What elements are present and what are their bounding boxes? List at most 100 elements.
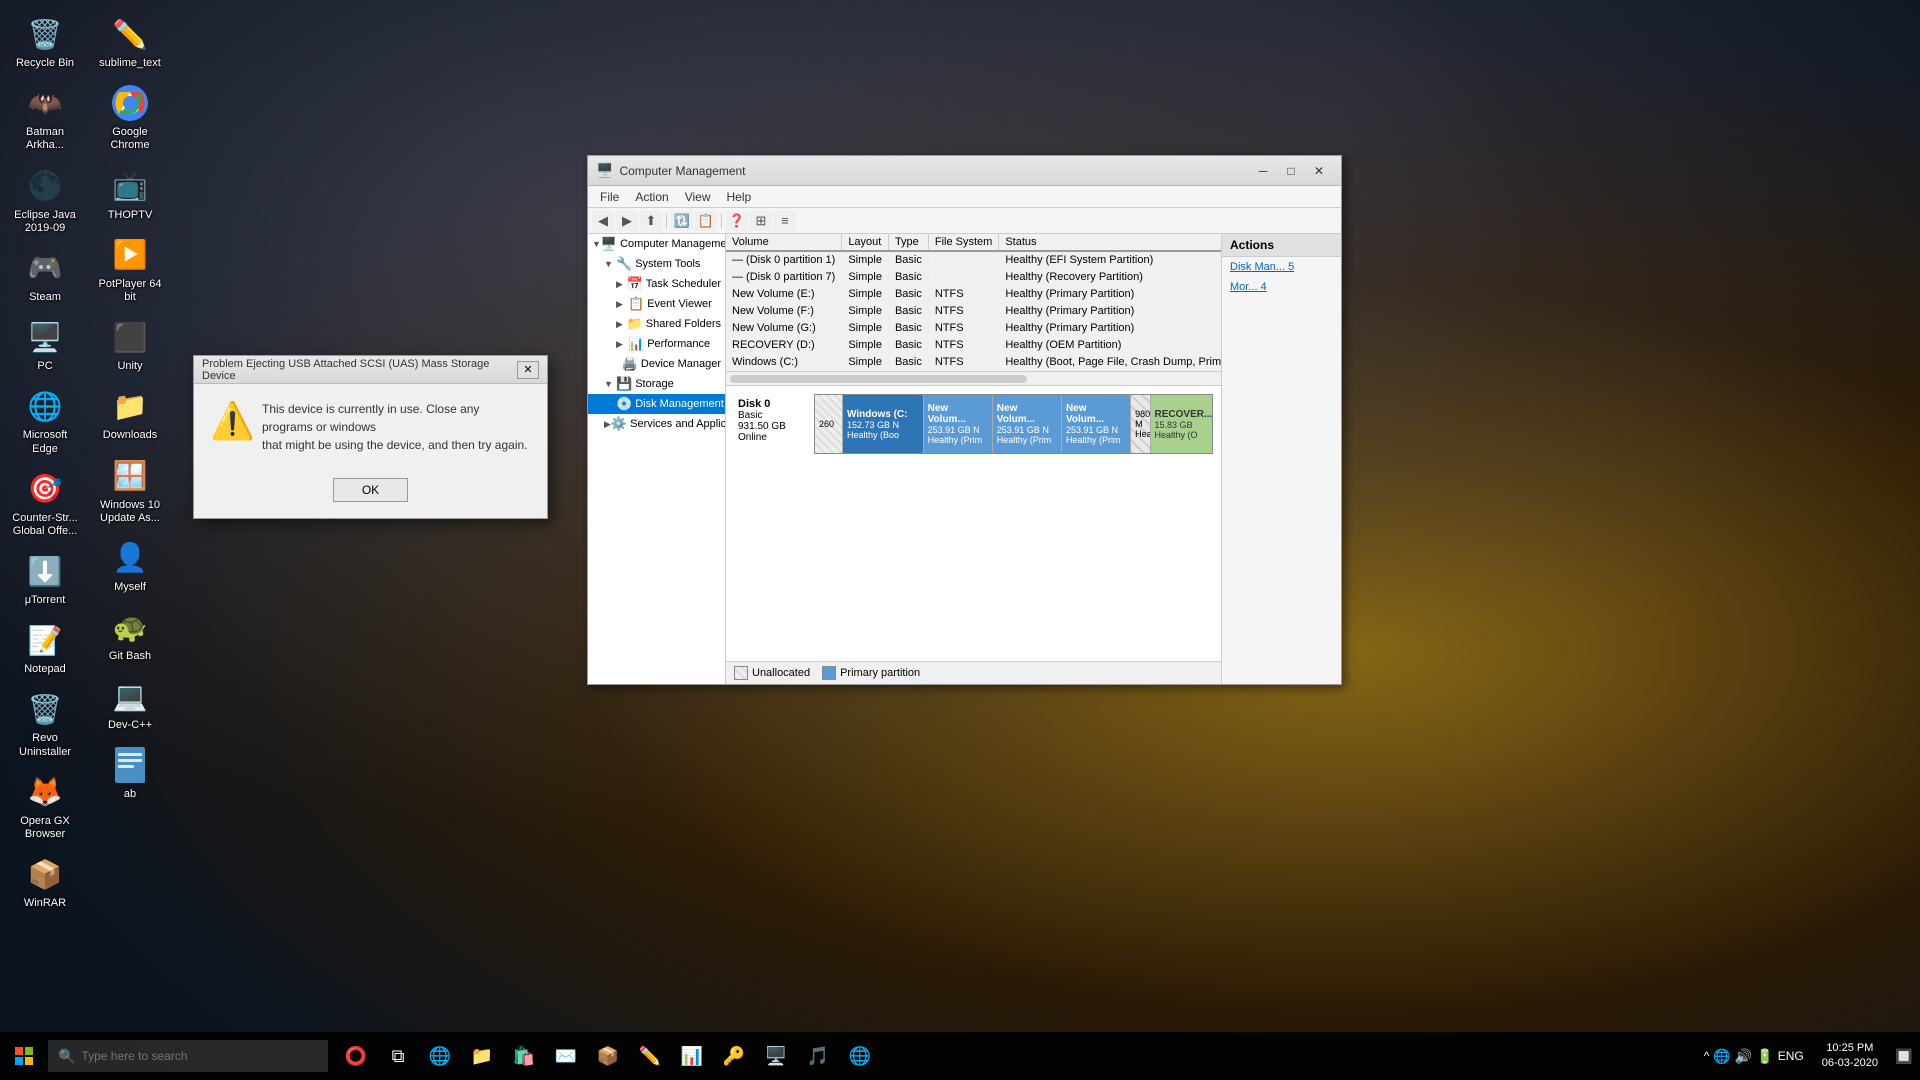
icon-csglobal[interactable]: 🎯 Counter-Str... Global Offe... [5,465,85,542]
cm-window-title: Computer Management [619,164,1243,178]
table-row[interactable]: Windows (C:) Simple Basic NTFS Healthy (… [726,354,1221,371]
tray-battery[interactable]: 🔋 [1756,1048,1773,1065]
icon-batman[interactable]: 🦇 Batman Arkha... [5,79,85,156]
toolbar-back[interactable]: ◀ [592,211,614,231]
icon-dev-cpp[interactable]: 💻 Dev-C++ [90,672,170,736]
tray-network[interactable]: 🌐 [1713,1048,1730,1065]
icon-potplayer[interactable]: ▶️ PotPlayer 64 bit [90,231,170,308]
tree-item-shared-folders[interactable]: ▶ 📁 Shared Folders [588,314,725,334]
taskbar-sketchbook[interactable]: ✏️ [630,1032,670,1080]
disk-part-f[interactable]: New Volum... 253.91 GB N Healthy (Prim [993,395,1062,453]
tray-chevron[interactable]: ^ [1704,1049,1710,1063]
table-row[interactable]: — (Disk 0 partition 7) Simple Basic Heal… [726,269,1221,286]
toolbar-view[interactable]: ⊞ [750,211,772,231]
taskbar-monitor[interactable]: 🖥️ [756,1032,796,1080]
tree-item-root[interactable]: ▼ 🖥️ Computer Management (L [588,234,725,254]
tree-item-disk-management[interactable]: 💿 Disk Management [588,394,725,414]
dialog-close-button[interactable]: ✕ [517,361,539,379]
tree-item-task-scheduler[interactable]: ▶ 📅 Task Scheduler [588,274,725,294]
toolbar-refresh[interactable]: 🔃 [671,211,693,231]
icon-chrome[interactable]: Google Chrome [90,79,170,156]
tray-volume[interactable]: 🔊 [1735,1048,1752,1065]
taskbar-unknown1[interactable]: 📊 [672,1032,712,1080]
notification-center[interactable]: 🔲 [1888,1032,1920,1080]
icon-winrar[interactable]: 📦 WinRAR [5,850,85,914]
col-layout[interactable]: Layout [842,234,889,251]
tree-item-storage[interactable]: ▼ 💾 Storage [588,374,725,394]
disk-part-unalloc[interactable]: 260 [815,395,843,453]
icon-myself[interactable]: 👤 Myself [90,534,170,598]
menu-file[interactable]: File [592,188,627,206]
taskbar-mediamonkey[interactable]: 🎵 [798,1032,838,1080]
actions-disk-management[interactable]: Disk Man... 5 [1222,257,1341,277]
minimize-button[interactable]: ─ [1249,160,1277,182]
icon-unity[interactable]: ⬛ Unity [90,313,170,377]
toolbar-forward[interactable]: ▶ [616,211,638,231]
dialog-ok-button[interactable]: OK [333,478,408,502]
menu-action[interactable]: Action [627,188,676,206]
table-row[interactable]: New Volume (G:) Simple Basic NTFS Health… [726,320,1221,337]
tree-item-device-manager[interactable]: 🖨️ Device Manager [588,354,725,374]
icon-recycle-bin[interactable]: 🗑️ Recycle Bin [5,10,85,74]
icon-opera[interactable]: 🦊 Opera GX Browser [5,768,85,845]
start-button[interactable] [0,1032,48,1080]
menu-view[interactable]: View [677,188,719,206]
icon-ab[interactable]: ab [90,741,170,805]
icon-steam[interactable]: 🎮 Steam [5,244,85,308]
disk-0-row: Disk 0 Basic 931.50 GB Online 260 Wind [734,394,1213,454]
table-row[interactable]: — (Disk 0 partition 1) Simple Basic Heal… [726,251,1221,269]
actions-more[interactable]: Mor... 4 [1222,277,1341,297]
taskbar-mail[interactable]: ✉️ [546,1032,586,1080]
menu-help[interactable]: Help [719,188,760,206]
taskbar-bitwarden[interactable]: 🔑 [714,1032,754,1080]
taskbar-clock[interactable]: 10:25 PM 06-03-2020 [1812,1032,1888,1080]
icon-edge[interactable]: 🌐 Microsoft Edge [5,382,85,459]
table-row[interactable]: New Volume (E:) Simple Basic NTFS Health… [726,286,1221,303]
icon-pc[interactable]: 🖥️ PC [5,313,85,377]
disk-part-g[interactable]: New Volum... 253.91 GB N Healthy (Prim [1062,395,1131,453]
taskbar: 🔍 ⭕ ⧉ 🌐 📁 🛍️ ✉️ 📦 ✏️ 📊 🔑 🖥️ 🎵 🌐 ^ 🌐 🔊 🔋 [0,1032,1920,1080]
taskbar-chrome[interactable]: 🌐 [840,1032,880,1080]
icon-thoptv[interactable]: 📺 THOPTV [90,162,170,226]
col-volume[interactable]: Volume [726,234,842,251]
table-row[interactable]: RECOVERY (D:) Simple Basic NTFS Healthy … [726,337,1221,354]
col-filesystem[interactable]: File System [928,234,998,251]
tree-item-performance[interactable]: ▶ 📊 Performance [588,334,725,354]
disk-part-e[interactable]: New Volum... 253.91 GB N Healthy (Prim [924,395,993,453]
taskbar-cortana[interactable]: ⭕ [336,1032,376,1080]
tray-lang[interactable]: ENG [1778,1049,1804,1063]
table-hscrollbar[interactable] [726,372,1221,386]
disk-part-recovery[interactable]: RECOVER... 15.83 GB Healthy (O [1151,395,1212,453]
disk-part-windows[interactable]: Windows (C: 152.73 GB N Healthy (Boo [843,395,924,453]
icon-eclipse[interactable]: 🌑 Eclipse Java 2019-09 [5,162,85,239]
taskbar-edge[interactable]: 🌐 [420,1032,460,1080]
toolbar-properties[interactable]: 📋 [695,211,717,231]
taskbar-explorer[interactable]: 📁 [462,1032,502,1080]
tree-item-event-viewer[interactable]: ▶ 📋 Event Viewer [588,294,725,314]
toolbar-up[interactable]: ⬆ [640,211,662,231]
taskbar-dropbox[interactable]: 📦 [588,1032,628,1080]
icon-downloads[interactable]: 📁 Downloads [90,382,170,446]
icon-revo[interactable]: 🗑️ Revo Uninstaller [5,685,85,762]
taskbar-search-box[interactable]: 🔍 [48,1040,328,1072]
tree-item-system-tools[interactable]: ▼ 🔧 System Tools [588,254,725,274]
clock-date: 06-03-2020 [1822,1056,1878,1071]
disk-part-small[interactable]: 980 M Healt... [1131,395,1150,453]
icon-notepad[interactable]: 📝 Notepad [5,616,85,680]
icon-gitbash[interactable]: 🐢 Git Bash [90,603,170,667]
icon-sublime[interactable]: ✏️ sublime_text [90,10,170,74]
taskbar-store[interactable]: 🛍️ [504,1032,544,1080]
search-input[interactable] [81,1049,301,1063]
col-status[interactable]: Status [999,234,1221,251]
taskbar-multitask[interactable]: ⧉ [378,1032,418,1080]
toolbar-list[interactable]: ≡ [774,211,796,231]
icon-win10update[interactable]: 🪟 Windows 10 Update As... [90,452,170,529]
toolbar-help[interactable]: ❓ [726,211,748,231]
col-type[interactable]: Type [888,234,928,251]
window-body: ▼ 🖥️ Computer Management (L ▼ 🔧 System T… [588,234,1341,684]
table-row[interactable]: New Volume (F:) Simple Basic NTFS Health… [726,303,1221,320]
icon-utorrent[interactable]: ⬇️ μTorrent [5,547,85,611]
close-button[interactable]: ✕ [1305,160,1333,182]
maximize-button[interactable]: □ [1277,160,1305,182]
tree-item-services[interactable]: ▶ ⚙️ Services and Applicatio... [588,414,725,434]
